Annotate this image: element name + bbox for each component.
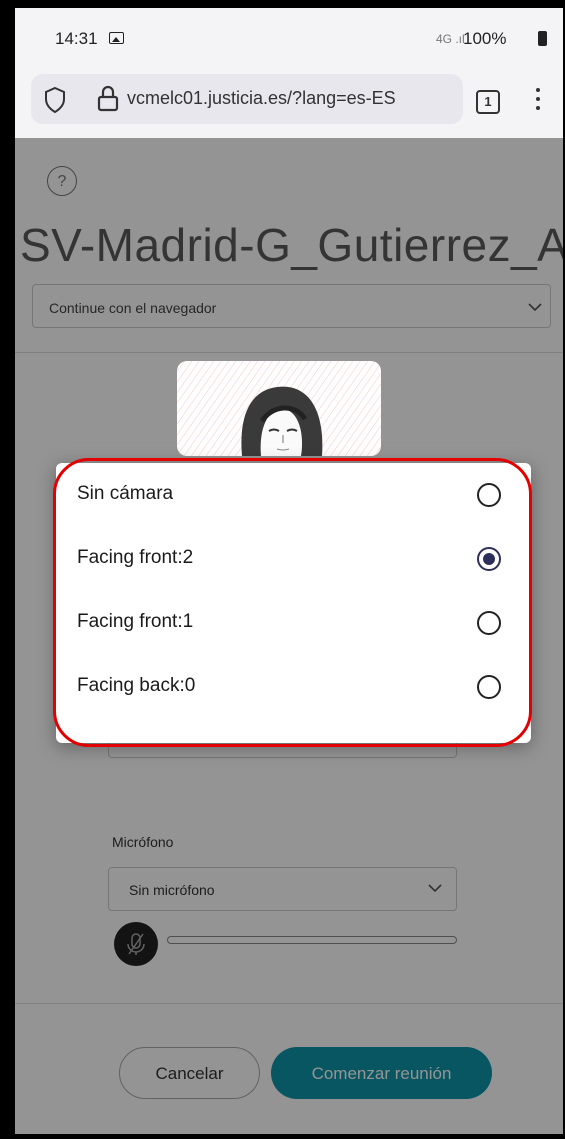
menu-dots-icon[interactable] (536, 88, 542, 114)
battery-level: 100% (463, 29, 507, 48)
gallery-icon (109, 32, 124, 44)
phone-screen: 14:31 4G .ıl 100% vcmelc01.justicia.es/?… (15, 8, 563, 1134)
signal-icon: 4G .ıl (436, 32, 465, 46)
tabs-button[interactable]: 1 (476, 90, 500, 114)
shield-icon[interactable] (43, 86, 67, 114)
annotation-highlight (53, 458, 532, 747)
url-text[interactable]: vcmelc01.justicia.es/?lang=es-ES (127, 88, 455, 109)
battery-icon (538, 31, 547, 46)
status-time: 14:31 (55, 29, 98, 48)
video-preview (177, 361, 381, 456)
lock-icon (97, 85, 119, 112)
